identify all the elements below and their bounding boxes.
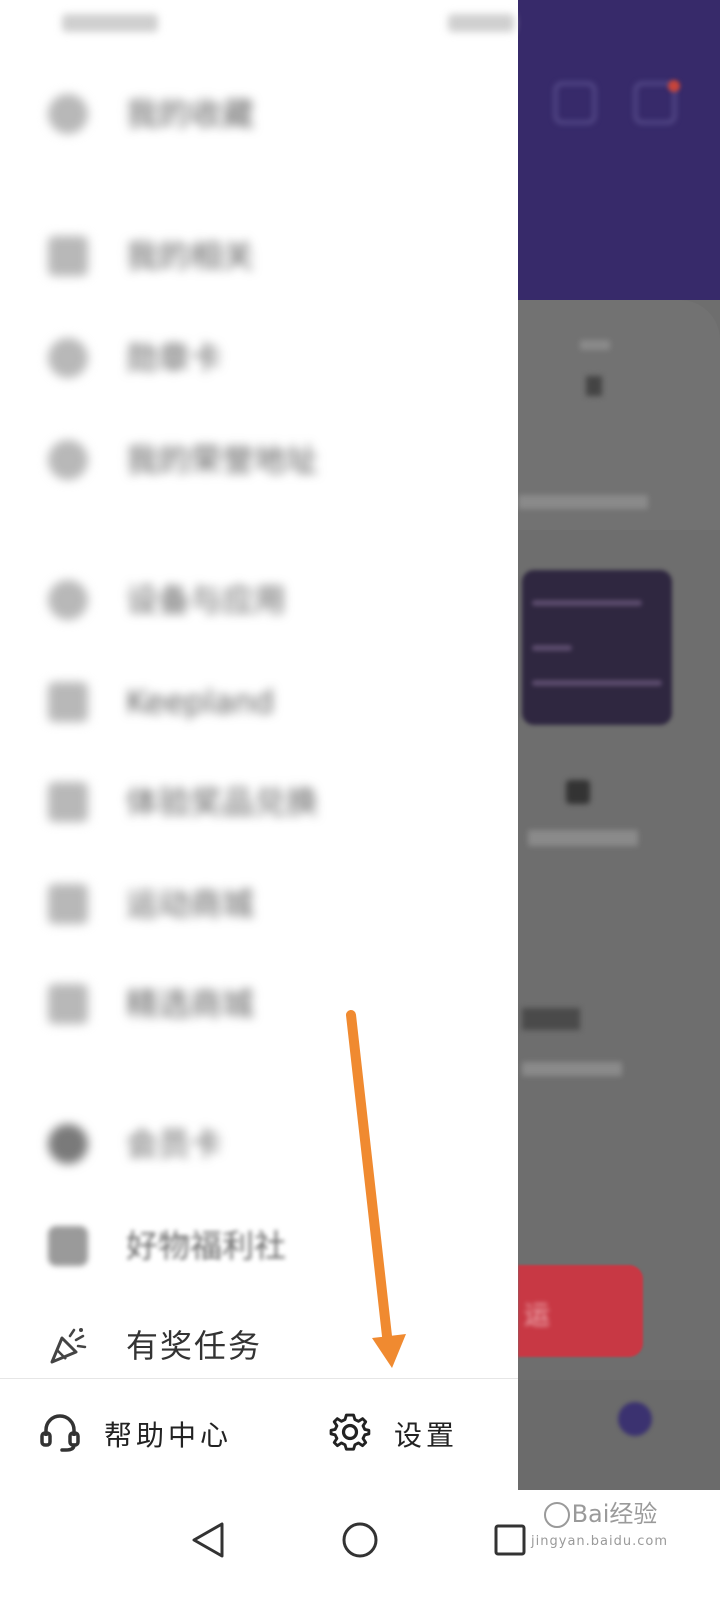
menu-item-label: 会员卡	[126, 1125, 223, 1163]
menu-item-label: 好物福利社	[126, 1227, 287, 1265]
device-icon	[48, 580, 88, 620]
side-drawer: 我的收藏 我的相关 勋章卡 我的荣誉地址 设备与应用 Keepland 体验奖品…	[0, 0, 518, 1491]
watermark-brand: Bai经验	[571, 1500, 658, 1528]
menu-item-related[interactable]: 我的相关	[0, 214, 518, 294]
help-center-button[interactable]: 帮助中心	[38, 1409, 232, 1459]
cart-icon	[48, 984, 88, 1024]
back-button[interactable]	[178, 1510, 238, 1570]
party-popper-icon	[48, 1326, 88, 1366]
menu-item-sports-mall[interactable]: 运动商城	[0, 862, 518, 942]
cta-button[interactable]: 运	[518, 1265, 643, 1357]
nav-tab-icon	[618, 1402, 652, 1436]
app-bottom-nav	[518, 1380, 720, 1490]
store-icon	[48, 884, 88, 924]
home-button[interactable]	[330, 1510, 390, 1570]
menu-item-favorites[interactable]: 我的收藏	[0, 72, 518, 152]
menu-item-keepland[interactable]: Keepland	[0, 660, 518, 740]
headset-icon	[38, 1410, 82, 1458]
cta-label: 运	[524, 1301, 551, 1331]
menu-item-address[interactable]: 我的荣誉地址	[0, 418, 518, 498]
baidu-jingyan-watermark: Bai经验 jingyan.baidu.com	[531, 1500, 668, 1556]
menu-item-label: 我的相关	[126, 237, 255, 275]
menu-item-label: 我的荣誉地址	[126, 441, 319, 479]
menu-item-label: 精选商城	[126, 985, 255, 1023]
menu-item-label: 体验奖品兑换	[126, 783, 319, 821]
app-stats-card	[518, 300, 720, 530]
settings-label: 设置	[394, 1419, 459, 1452]
back-triangle-icon	[192, 1522, 224, 1558]
drawer-bottom-bar: 帮助中心 设置	[0, 1378, 518, 1491]
home-circle-icon	[342, 1522, 378, 1558]
menu-item-reward-tasks[interactable]: 有奖任务	[0, 1304, 518, 1384]
list-icon	[48, 236, 88, 276]
settings-button[interactable]: 设置	[328, 1409, 458, 1459]
background-app-overlay[interactable]: 运	[518, 0, 720, 1490]
menu-item-membership[interactable]: 会员卡	[0, 1102, 518, 1182]
status-bar	[0, 0, 518, 50]
menu-item-welfare[interactable]: 好物福利社	[0, 1204, 518, 1284]
building-icon	[48, 682, 88, 722]
gift-icon	[48, 782, 88, 822]
menu-item-prize-exchange[interactable]: 体验奖品兑换	[0, 760, 518, 840]
vip-icon	[48, 1124, 88, 1164]
menu-item-selected-mall[interactable]: 精选商城	[0, 962, 518, 1042]
notification-badge	[668, 80, 680, 92]
welfare-icon	[48, 1226, 88, 1266]
menu-item-label: 勋章卡	[126, 339, 223, 377]
shortcut-icon	[566, 780, 590, 804]
help-center-label: 帮助中心	[104, 1419, 233, 1452]
gear-icon	[328, 1410, 372, 1458]
menu-item-devices[interactable]: 设备与应用	[0, 558, 518, 638]
watermark-url: jingyan.baidu.com	[531, 1534, 668, 1549]
menu-item-label: Keepland	[126, 683, 275, 721]
menu-item-label: 我的收藏	[126, 95, 255, 133]
recents-square-icon	[494, 1524, 526, 1556]
promo-banner	[522, 570, 672, 725]
menu-item-label: 运动商城	[126, 885, 255, 923]
app-header	[518, 0, 720, 300]
menu-item-medals[interactable]: 勋章卡	[0, 316, 518, 396]
menu-item-label: 设备与应用	[126, 581, 287, 619]
location-icon	[48, 440, 88, 480]
star-icon	[48, 94, 88, 134]
message-icon	[554, 82, 596, 124]
paw-logo-icon	[543, 1502, 570, 1528]
menu-item-label: 有奖任务	[126, 1327, 263, 1365]
medal-icon	[48, 338, 88, 378]
